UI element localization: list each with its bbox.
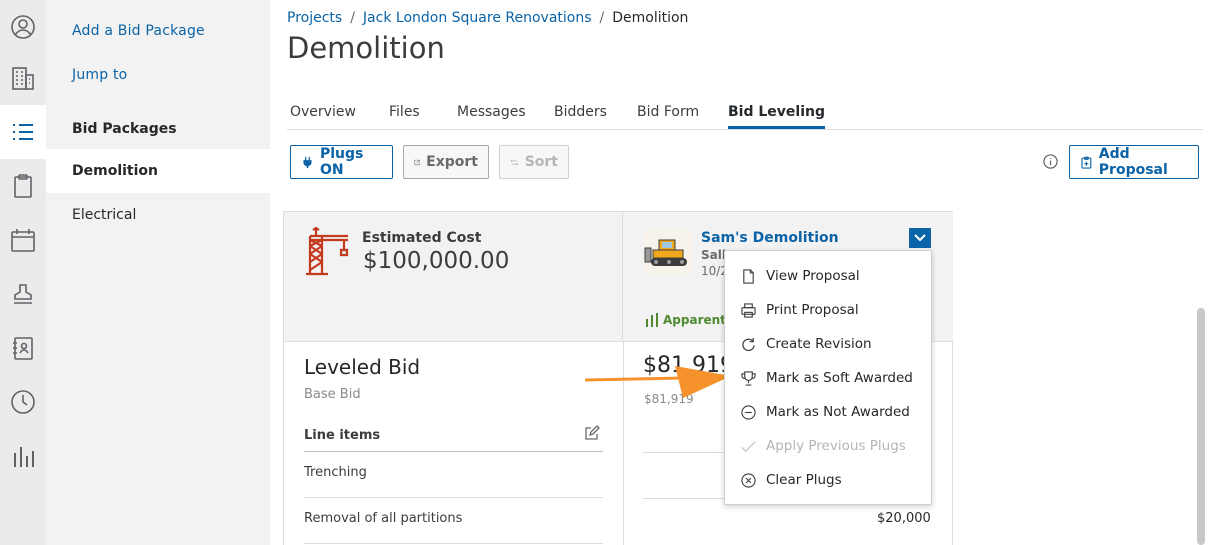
- breadcrumb-current: Demolition: [612, 10, 689, 26]
- menu-item-label: Apply Previous Plugs: [766, 438, 906, 454]
- tab-messages[interactable]: Messages: [457, 104, 526, 127]
- tab-bar: Overview Files Messages Bidders Bid Form…: [287, 96, 1203, 130]
- breadcrumb: Projects / Jack London Square Renovation…: [287, 10, 688, 26]
- line-item-row: Removal of all partitions: [304, 498, 603, 544]
- bid-packages-heading[interactable]: Bid Packages: [46, 107, 270, 151]
- add-proposal-button[interactable]: Add Proposal: [1069, 145, 1199, 179]
- building-icon: [12, 67, 34, 90]
- estimated-cost-label: Estimated Cost: [362, 230, 482, 246]
- line-item-amount: $20,000: [877, 511, 931, 526]
- bidding-nav[interactable]: [0, 105, 46, 159]
- bidder-actions-dropdown[interactable]: [909, 228, 931, 248]
- bidder-actions-menu: View Proposal Print Proposal Create Revi…: [724, 250, 932, 505]
- breadcrumb-projects[interactable]: Projects: [287, 10, 342, 26]
- list-icon: [13, 124, 33, 140]
- breadcrumb-separator: /: [599, 10, 605, 26]
- sort-icon: [510, 159, 519, 165]
- menu-item-label: View Proposal: [766, 268, 860, 284]
- export-icon: [414, 159, 420, 165]
- edit-icon[interactable]: [584, 425, 600, 441]
- sidebar-item-electrical[interactable]: Electrical: [46, 193, 270, 237]
- tab-bidders[interactable]: Bidders: [554, 104, 607, 127]
- icon-rail: [0, 0, 46, 545]
- export-label: Export: [426, 154, 478, 170]
- line-items-header: Line items: [304, 425, 603, 452]
- stamp-icon: [14, 284, 32, 304]
- clipboard-add-icon: [1081, 156, 1092, 169]
- document-icon: [743, 268, 754, 284]
- tab-files[interactable]: Files: [389, 104, 420, 127]
- app: Add a Bid Package Jump to Bid Packages D…: [0, 0, 1212, 545]
- sort-label: Sort: [524, 154, 558, 170]
- sidebar-item-demolition[interactable]: Demolition: [46, 149, 270, 193]
- jump-to-link[interactable]: Jump to: [72, 67, 127, 83]
- add-bid-package-link[interactable]: Add a Bid Package: [72, 23, 205, 39]
- tab-overview[interactable]: Overview: [290, 104, 356, 127]
- tab-bid-form[interactable]: Bid Form: [637, 104, 699, 127]
- menu-item-print-proposal[interactable]: Print Proposal: [725, 293, 931, 327]
- refresh-icon: [742, 337, 755, 351]
- breadcrumb-separator: /: [350, 10, 355, 26]
- menu-item-label: Create Revision: [766, 336, 872, 352]
- menu-item-label: Clear Plugs: [766, 472, 842, 488]
- projects-nav[interactable]: [0, 51, 46, 105]
- add-proposal-label: Add Proposal: [1098, 146, 1168, 178]
- bidder-name-link[interactable]: Sam's Demolition: [701, 230, 839, 246]
- trophy-icon: [741, 370, 756, 386]
- menu-item-label: Mark as Not Awarded: [766, 404, 910, 420]
- reports-nav[interactable]: [0, 429, 46, 483]
- menu-item-label: Print Proposal: [766, 302, 859, 318]
- clock-icon: [11, 390, 35, 414]
- stamp-nav[interactable]: [0, 267, 46, 321]
- minus-circle-icon: [741, 404, 756, 420]
- bulldozer-icon: [643, 230, 691, 274]
- leveled-bid-title: Leveled Bid: [304, 355, 421, 379]
- line-item-row: Trenching: [304, 452, 603, 498]
- chevron-down-icon: [914, 234, 926, 242]
- menu-item-soft-award[interactable]: Mark as Soft Awarded: [725, 361, 931, 395]
- profile-nav[interactable]: [0, 0, 46, 54]
- plugs-toggle-button[interactable]: Plugs ON: [290, 145, 393, 179]
- annotation-arrow: [584, 366, 731, 398]
- x-circle-icon: [741, 472, 756, 488]
- history-nav[interactable]: [0, 375, 46, 429]
- menu-item-apply-previous-plugs[interactable]: Apply Previous Plugs: [725, 429, 931, 463]
- line-items-label: Line items: [304, 428, 381, 443]
- export-button[interactable]: Export: [403, 145, 489, 179]
- vertical-scrollbar[interactable]: [1197, 308, 1205, 545]
- calendar-nav[interactable]: [0, 213, 46, 267]
- sort-button[interactable]: Sort: [499, 145, 569, 179]
- tab-bid-leveling[interactable]: Bid Leveling: [728, 104, 825, 129]
- menu-item-clear-plugs[interactable]: Clear Plugs: [725, 463, 931, 497]
- crane-icon: [306, 226, 349, 276]
- printer-icon: [741, 302, 756, 318]
- page-title: Demolition: [287, 31, 445, 65]
- directory-nav[interactable]: [0, 321, 46, 375]
- menu-item-label: Mark as Soft Awarded: [766, 370, 913, 386]
- bid-package-sidebar: Add a Bid Package Jump to Bid Packages D…: [46, 0, 270, 545]
- signal-bars-icon: [646, 313, 658, 327]
- row-divider: [643, 452, 729, 453]
- tasks-nav[interactable]: [0, 159, 46, 213]
- estimate-header-cell: Estimated Cost $100,000.00: [284, 212, 623, 341]
- menu-item-create-revision[interactable]: Create Revision: [725, 327, 931, 361]
- bar-chart-icon: [14, 447, 34, 467]
- clipboard-icon: [14, 174, 32, 198]
- contacts-book-icon: [13, 337, 33, 360]
- user-circle-icon: [11, 15, 35, 39]
- menu-item-not-awarded[interactable]: Mark as Not Awarded: [725, 395, 931, 429]
- row-divider: [643, 498, 729, 499]
- plug-icon: [303, 156, 312, 168]
- check-icon: [741, 440, 756, 452]
- calendar-icon: [11, 229, 35, 252]
- breadcrumb-project[interactable]: Jack London Square Renovations: [363, 10, 592, 26]
- base-bid-label: Base Bid: [304, 387, 361, 402]
- menu-item-view-proposal[interactable]: View Proposal: [725, 259, 931, 293]
- plugs-label: Plugs ON: [319, 146, 364, 178]
- estimated-cost-value: $100,000.00: [363, 248, 510, 274]
- info-icon[interactable]: [1043, 154, 1058, 169]
